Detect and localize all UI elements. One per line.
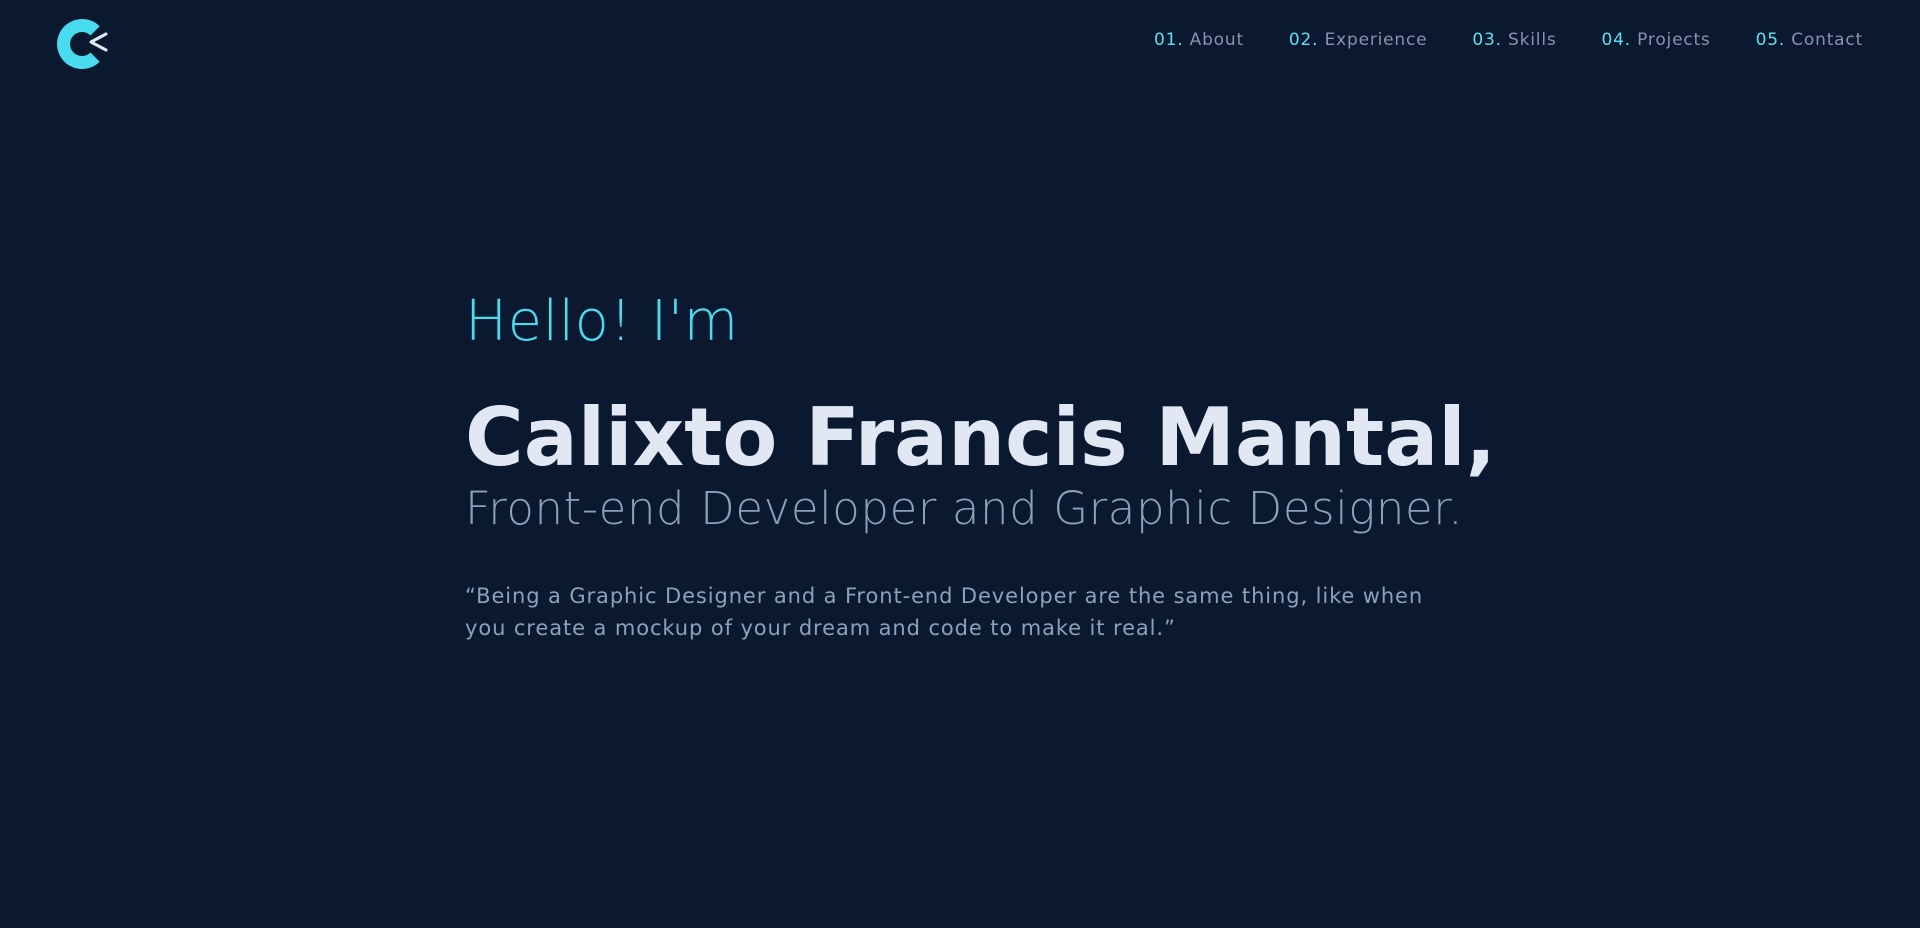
nav-label: Experience [1324,30,1428,50]
hero-section: Hello! I'm Calixto Francis Mantal, Front… [465,289,1497,644]
nav-item-projects[interactable]: 04. Projects [1602,30,1711,50]
hero-role: Front-end Developer and Graphic Designer… [465,482,1464,535]
c-logo-icon[interactable] [55,17,109,71]
nav-label: Skills [1508,30,1557,50]
hero-quote: “Being a Graphic Designer and a Front-en… [465,584,1424,640]
hero-greeting: Hello! I'm [465,289,739,354]
nav-item-about[interactable]: 01. About [1154,30,1244,50]
nav-label: About [1189,30,1244,50]
nav-item-skills[interactable]: 03. Skills [1472,30,1556,50]
main-nav: 01. About 02. Experience 03. Skills 04. … [1154,30,1863,50]
nav-label: Contact [1791,30,1863,50]
nav-item-experience[interactable]: 02. Experience [1289,30,1427,50]
nav-number: 01. [1154,30,1184,50]
nav-label: Projects [1637,30,1711,50]
nav-item-contact[interactable]: 05. Contact [1756,30,1863,50]
portfolio-page: 01. About 02. Experience 03. Skills 04. … [0,0,1920,928]
nav-number: 05. [1755,30,1786,50]
nav-number: 02. [1288,30,1319,50]
site-header: 01. About 02. Experience 03. Skills 04. … [0,0,1920,86]
hero-name: Calixto Francis Mantal, [465,391,1497,484]
nav-number: 04. [1601,30,1631,50]
nav-number: 03. [1472,30,1502,50]
